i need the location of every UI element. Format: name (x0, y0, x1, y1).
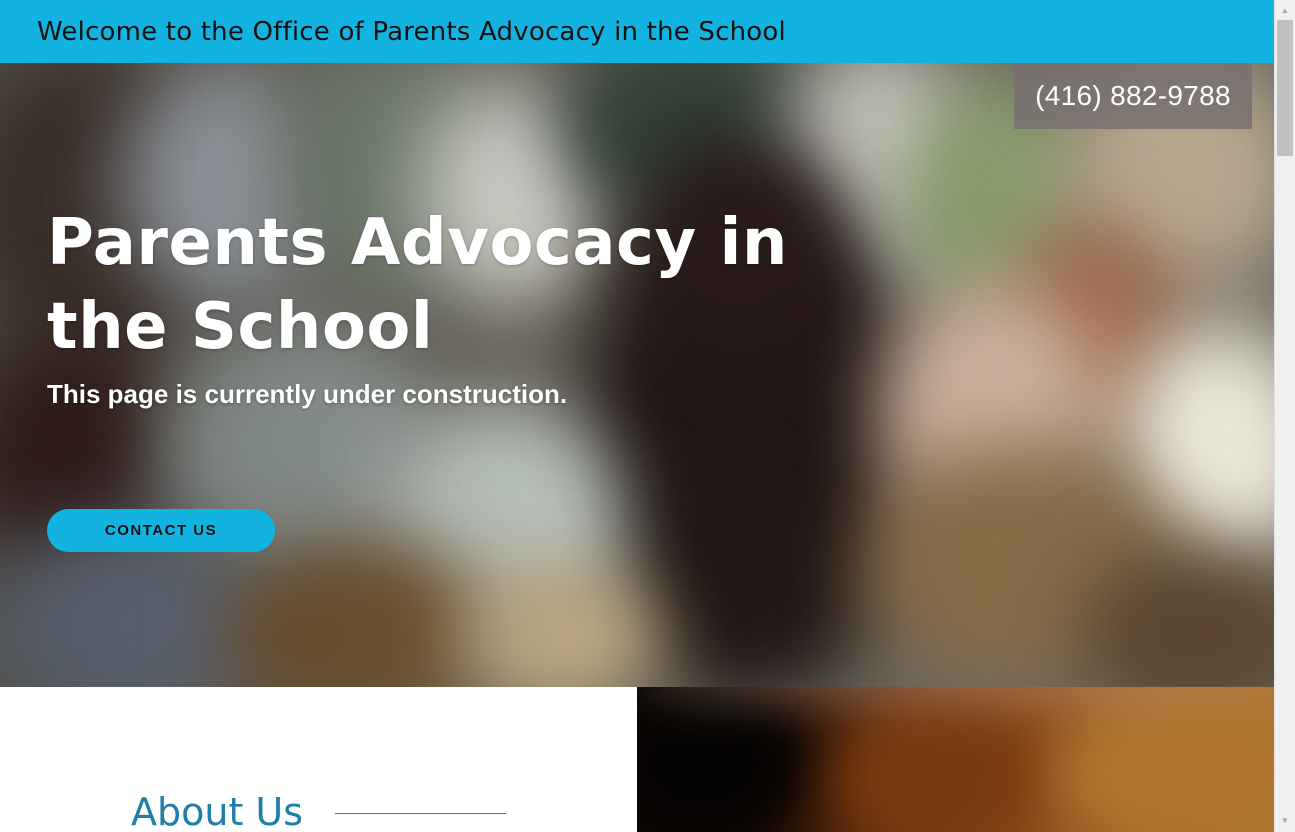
top-banner: Welcome to the Office of Parents Advocac… (0, 0, 1274, 63)
about-heading: About Us (131, 790, 304, 832)
hero-heading: Parents Advocacy in the School (47, 206, 788, 364)
about-section: About Us (0, 687, 637, 832)
chevron-down-icon[interactable]: ▼ (1275, 812, 1295, 828)
chevron-up-icon[interactable]: ▲ (1275, 2, 1295, 18)
vertical-scrollbar[interactable]: ▲ ▼ (1274, 0, 1295, 832)
phone-number[interactable]: (416) 882-9788 (1035, 80, 1231, 112)
phone-box[interactable]: (416) 882-9788 (1014, 63, 1252, 129)
hero-section: (416) 882-9788 Parents Advocacy in the S… (0, 63, 1274, 687)
heading-divider (335, 813, 506, 814)
hero-background-image (0, 63, 1274, 687)
page: Welcome to the Office of Parents Advocac… (0, 0, 1274, 832)
contact-us-button[interactable]: CONTACT US (47, 509, 275, 552)
hero-subtitle: This page is currently under constructio… (47, 379, 568, 409)
scroll-thumb[interactable] (1277, 20, 1293, 156)
banner-title: Welcome to the Office of Parents Advocac… (37, 16, 786, 47)
about-image (637, 687, 1274, 832)
